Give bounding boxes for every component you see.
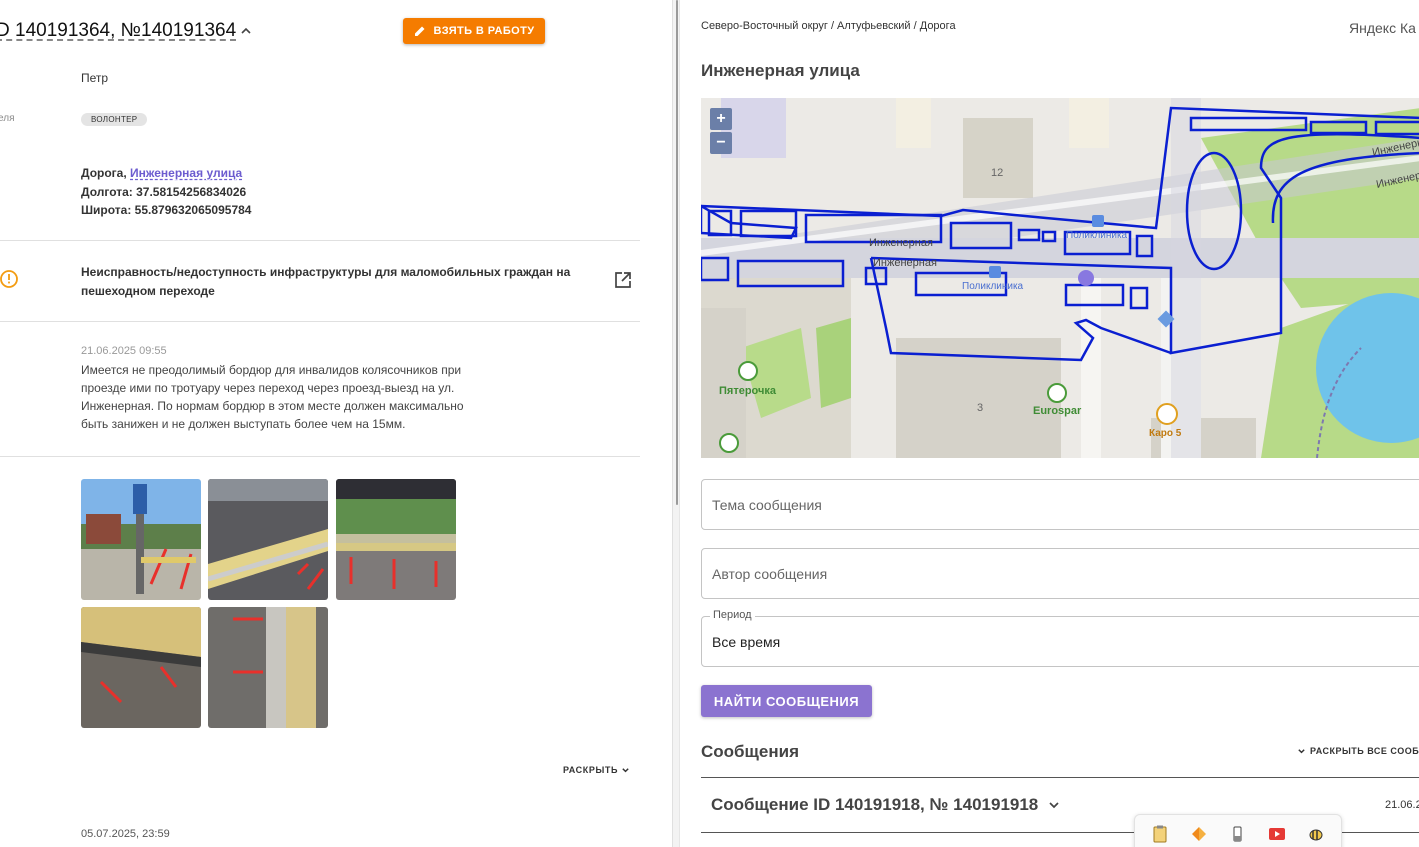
messages-panel: Северо-Восточный округ / Алтуфьевский / … bbox=[680, 0, 1419, 847]
street-title: Инженерная улица bbox=[701, 61, 860, 80]
address-type: Дорога bbox=[81, 166, 124, 180]
message-date: 21.06.2025 09:55 bbox=[81, 345, 167, 357]
floating-taskbar bbox=[1134, 814, 1342, 847]
map-label-street: Инженерная bbox=[869, 237, 933, 249]
take-to-work-button[interactable]: ВЗЯТЬ В РАБОТУ bbox=[403, 18, 545, 44]
pen-icon[interactable] bbox=[1228, 824, 1248, 844]
subject-placeholder: Тема сообщения bbox=[712, 496, 822, 513]
author-input[interactable]: Автор сообщения bbox=[701, 548, 1419, 599]
period-legend: Период bbox=[710, 609, 755, 621]
photo-thumbnail[interactable] bbox=[336, 479, 456, 600]
warning-icon bbox=[0, 270, 18, 288]
panel-splitter[interactable] bbox=[672, 0, 680, 847]
bee-icon[interactable] bbox=[1306, 824, 1326, 844]
take-to-work-label: ВЗЯТЬ В РАБОТУ bbox=[433, 25, 535, 37]
open-external-icon[interactable] bbox=[613, 270, 633, 290]
scrollbar-thumb[interactable] bbox=[676, 0, 678, 505]
message-item-date: 21.06.2 bbox=[1385, 799, 1419, 811]
map-label-pyaterochka: Пятерочка bbox=[719, 385, 777, 397]
message-item-header[interactable]: Сообщение ID 140191918, № 140191918 bbox=[711, 795, 1060, 815]
pencil-icon bbox=[414, 26, 425, 36]
map-label-eurospar: Eurospar bbox=[1033, 405, 1082, 417]
expand-all-label: РАСКРЫТЬ ВСЕ СООБ bbox=[1310, 746, 1419, 756]
chevron-up-icon[interactable] bbox=[240, 25, 252, 37]
map-label-house: 12 bbox=[991, 167, 1003, 179]
zoom-out-button[interactable]: − bbox=[710, 132, 732, 154]
yandex-label: Яндекс Ка bbox=[1349, 20, 1416, 36]
photo-thumbnail[interactable] bbox=[208, 607, 328, 728]
chevron-down-icon bbox=[622, 767, 629, 772]
map-canvas: Инженерная Инженерная Инженерная Инженер… bbox=[701, 98, 1419, 458]
map-label-clinic: Поликлиника bbox=[1066, 230, 1128, 241]
message-description: Имеется не преодолимый бордюр для инвали… bbox=[81, 363, 464, 431]
expand-button[interactable]: РАСКРЫТЬ bbox=[563, 765, 630, 775]
map[interactable]: Инженерная Инженерная Инженерная Инженер… bbox=[701, 98, 1419, 458]
issue-category: Неисправность/недоступность инфраструкту… bbox=[81, 265, 571, 298]
role-chip: ВОЛОНТЕР bbox=[81, 113, 148, 126]
map-label-house: 3 bbox=[977, 402, 983, 414]
detail-panel: D 140191364, №140191364 ВЗЯТЬ В РАБОТУ П… bbox=[0, 0, 672, 847]
photo-thumbnail[interactable] bbox=[81, 479, 201, 600]
map-label-karo: Каро 5 bbox=[1149, 428, 1182, 439]
author-role-label: еля bbox=[0, 113, 15, 124]
chevron-down-icon bbox=[1049, 802, 1059, 809]
latitude: Широта: 55.879632065095784 bbox=[81, 203, 252, 217]
screen-record-icon[interactable] bbox=[1267, 824, 1287, 844]
author-placeholder: Автор сообщения bbox=[712, 565, 828, 582]
map-zoom-controls: + − bbox=[710, 108, 732, 154]
messages-section-title: Сообщения bbox=[701, 742, 799, 761]
address-block: Дорога, Инженерная улица Долгота: 37.581… bbox=[81, 164, 251, 220]
period-select[interactable]: Период Все время bbox=[701, 609, 1419, 667]
clipboard-icon[interactable] bbox=[1150, 824, 1170, 844]
zoom-in-button[interactable]: + bbox=[710, 108, 732, 130]
author-name: Петр bbox=[81, 71, 109, 85]
photo-thumbnail[interactable] bbox=[208, 479, 328, 600]
divider bbox=[0, 240, 640, 241]
divider bbox=[701, 777, 1419, 778]
app-root: D 140191364, №140191364 ВЗЯТЬ В РАБОТУ П… bbox=[0, 0, 1419, 847]
report-title[interactable]: D 140191364, №140191364 bbox=[0, 20, 236, 42]
street-link[interactable]: Инженерная улица bbox=[130, 166, 242, 180]
photo-thumbnail[interactable] bbox=[81, 607, 201, 728]
chevron-down-icon bbox=[1298, 748, 1305, 753]
map-label-street: Инженерная bbox=[873, 257, 937, 269]
message-item-title: Сообщение ID 140191918, № 140191918 bbox=[711, 795, 1039, 814]
expand-all-button[interactable]: РАСКРЫТЬ ВСЕ СООБ bbox=[1297, 746, 1419, 756]
breadcrumb: Северо-Восточный округ / Алтуфьевский / … bbox=[701, 20, 956, 32]
expand-label: РАСКРЫТЬ bbox=[563, 765, 619, 775]
divider bbox=[0, 456, 640, 457]
map-label-clinic: Поликлиника bbox=[962, 281, 1024, 292]
find-messages-button[interactable]: НАЙТИ СООБЩЕНИЯ bbox=[701, 685, 872, 717]
footer-date: 05.07.2025, 23:59 bbox=[81, 828, 170, 840]
app-icon[interactable] bbox=[1189, 824, 1209, 844]
divider bbox=[0, 321, 640, 322]
subject-input[interactable]: Тема сообщения bbox=[701, 479, 1419, 530]
period-value: Все время bbox=[712, 633, 781, 650]
longitude: Долгота: 37.58154256834026 bbox=[81, 184, 247, 199]
